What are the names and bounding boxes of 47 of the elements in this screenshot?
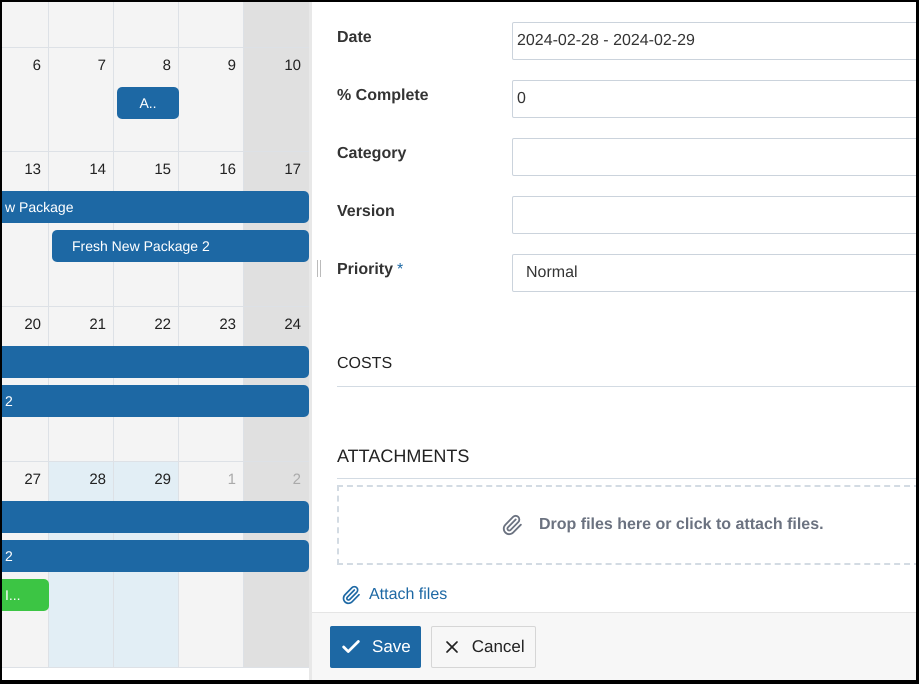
day-number: 23 — [219, 315, 236, 335]
text-field[interactable] — [512, 138, 916, 176]
event-bar[interactable]: 2 — [2, 385, 309, 417]
field-label: % Complete — [337, 87, 429, 104]
cancel-button[interactable]: Cancel — [430, 626, 536, 668]
event-bar[interactable]: w Package — [2, 191, 309, 223]
event-bar[interactable]: 2 — [2, 540, 309, 572]
text-field[interactable] — [512, 196, 916, 234]
event-bar[interactable] — [2, 346, 309, 378]
attach-files-link[interactable]: Attach files — [341, 583, 448, 607]
priority-select[interactable]: Normal — [512, 254, 916, 292]
day-number: 14 — [89, 160, 106, 180]
day-number: 10 — [284, 56, 301, 76]
day-number: 29 — [154, 470, 171, 490]
day-number: 28 — [89, 470, 106, 490]
day-number: 15 — [154, 160, 171, 180]
section-heading: ATTACHMENTS — [337, 446, 470, 466]
day-number: 8 — [162, 56, 171, 76]
field-label: Date — [337, 29, 372, 46]
text-field[interactable]: 2024-02-28 - 2024-02-29 — [512, 22, 916, 60]
day-number: 9 — [228, 56, 236, 76]
paperclip-icon — [501, 514, 523, 536]
day-number: 7 — [98, 56, 106, 76]
day-number: 20 — [24, 315, 41, 335]
day-number: 16 — [219, 160, 236, 180]
field-label: Category — [337, 145, 406, 162]
day-number: 21 — [89, 315, 106, 335]
drop-zone[interactable]: Drop files here or click to attach files. — [337, 485, 916, 565]
text-field[interactable]: 0 — [512, 80, 916, 118]
field-label: Priority — [337, 261, 394, 278]
paperclip-icon — [341, 585, 361, 605]
drop-hint: Drop files here or click to attach files. — [539, 515, 824, 535]
save-button[interactable]: Save — [330, 626, 421, 668]
day-number: 22 — [154, 315, 171, 335]
day-number: 27 — [24, 470, 41, 490]
day-number: 24 — [284, 315, 301, 335]
day-number: 13 — [24, 160, 41, 180]
day-number: 6 — [32, 56, 41, 76]
day-number: 1 — [228, 470, 236, 490]
event-bar[interactable]: A.. — [117, 87, 179, 119]
field-label: Version — [337, 203, 395, 220]
required-mark: * — [397, 261, 404, 278]
day-number: 17 — [284, 160, 301, 180]
section-heading: COSTS — [337, 355, 392, 372]
event-bar[interactable]: Fresh New Package 2 — [52, 230, 309, 262]
resize-handle[interactable] — [317, 260, 321, 277]
event-bar[interactable] — [2, 501, 309, 533]
